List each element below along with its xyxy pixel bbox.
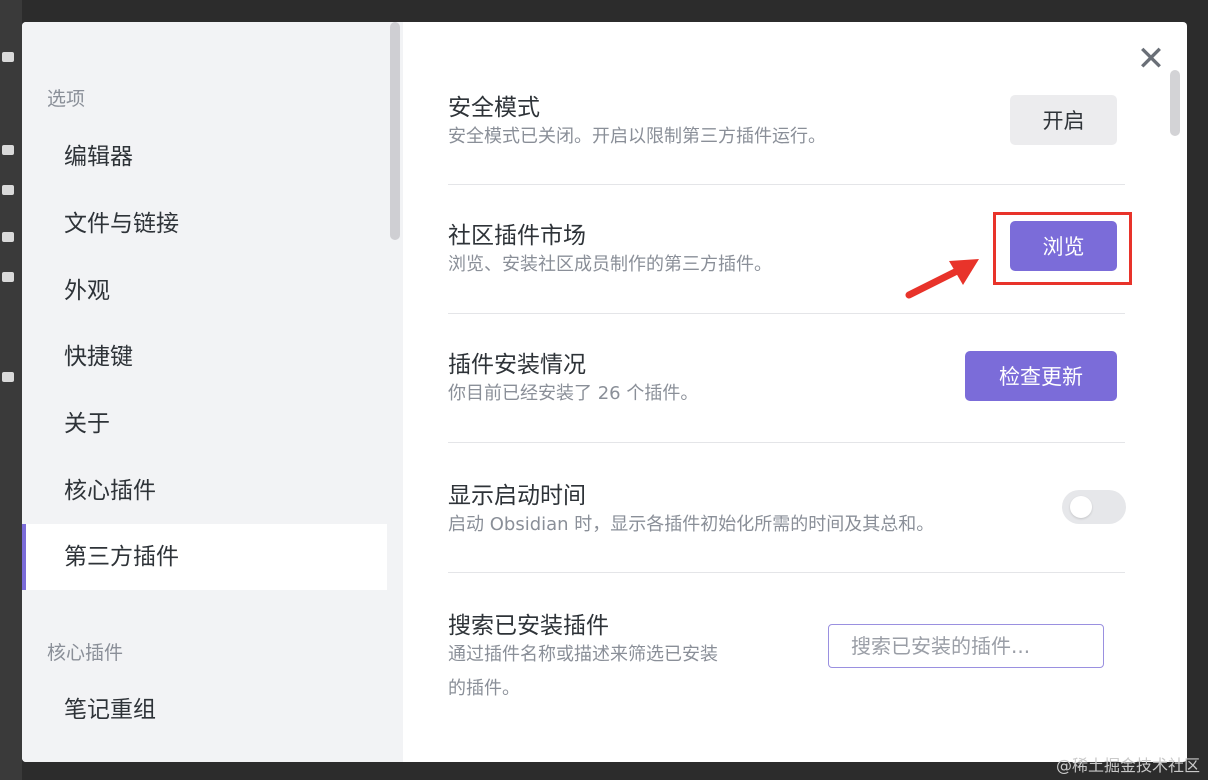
- scrollbar-thumb[interactable]: [1170, 70, 1180, 136]
- setting-description: 浏览、安装社区成员制作的第三方插件。: [448, 254, 772, 275]
- toggle-knob: [1070, 496, 1092, 518]
- settings-sidebar: 选项 编辑器 文件与链接 外观 快捷键 关于 核心插件 第三方插件 核心插件 笔…: [22, 22, 387, 762]
- setting-community-plugins: 社区插件市场 浏览、安装社区成员制作的第三方插件。 浏览: [448, 184, 1132, 314]
- arrow-annotation-icon: [905, 259, 979, 299]
- enable-safe-mode-button[interactable]: 开启: [1010, 95, 1117, 145]
- watermark: @稀土掘金技术社区: [1055, 756, 1200, 775]
- setting-description: 启动 Obsidian 时，显示各插件初始化所需的时间及其总和。: [448, 514, 935, 535]
- sidebar-item-about[interactable]: 关于: [22, 391, 387, 457]
- startup-time-toggle[interactable]: [1062, 490, 1126, 524]
- setting-startup-time: 显示启动时间 启动 Obsidian 时，显示各插件初始化所需的时间及其总和。: [448, 442, 1126, 573]
- setting-title: 插件安装情况: [448, 352, 586, 378]
- setting-description: 你目前已经安装了 26 个插件。: [448, 383, 699, 404]
- sidebar-item-files-links[interactable]: 文件与链接: [22, 191, 387, 257]
- setting-search-installed: 搜索已安装插件 通过插件名称或描述来筛选已安装 的插件。: [448, 572, 1125, 732]
- sidebar-heading-core-plugins: 核心插件: [47, 642, 124, 664]
- sidebar-item-label: 笔记重组: [64, 697, 156, 723]
- sidebar-scrollbar[interactable]: [387, 22, 403, 762]
- sidebar-item-label: 快捷键: [64, 344, 133, 370]
- setting-description: 通过插件名称或描述来筛选已安装: [448, 644, 718, 665]
- close-icon[interactable]: ✕: [1134, 42, 1168, 76]
- sidebar-item-hotkeys[interactable]: 快捷键: [22, 324, 387, 390]
- sidebar-heading-options: 选项: [47, 88, 86, 110]
- sidebar-item-label: 核心插件: [64, 478, 156, 504]
- check-updates-button[interactable]: 检查更新: [965, 351, 1117, 401]
- sidebar-item-label: 文件与链接: [64, 211, 179, 237]
- sidebar-item-label: 关于: [64, 411, 110, 437]
- sidebar-item-core-plugins[interactable]: 核心插件: [22, 458, 387, 524]
- setting-title: 安全模式: [448, 95, 540, 121]
- content-scrollbar[interactable]: [1168, 70, 1182, 740]
- sidebar-item-appearance[interactable]: 外观: [22, 258, 387, 324]
- sidebar-item-label: 编辑器: [64, 144, 133, 170]
- setting-safe-mode: 安全模式 安全模式已关闭。开启以限制第三方插件运行。 开启: [448, 62, 1125, 185]
- settings-modal: 选项 编辑器 文件与链接 外观 快捷键 关于 核心插件 第三方插件 核心插件 笔…: [22, 22, 1187, 762]
- highlight-box: [993, 212, 1132, 285]
- search-installed-plugins-input[interactable]: [828, 624, 1104, 668]
- setting-description: 安全模式已关闭。开启以限制第三方插件运行。: [448, 126, 826, 147]
- sidebar-item-third-party-plugins[interactable]: 第三方插件: [22, 524, 387, 590]
- sidebar-item-editor[interactable]: 编辑器: [22, 124, 387, 190]
- sidebar-item-note-composer[interactable]: 笔记重组: [22, 677, 387, 743]
- scrollbar-thumb[interactable]: [390, 22, 400, 240]
- sidebar-item-label: 外观: [64, 278, 110, 304]
- setting-title: 显示启动时间: [448, 483, 586, 509]
- sidebar-item-label: 第三方插件: [64, 544, 179, 570]
- setting-title: 搜索已安装插件: [448, 613, 609, 639]
- setting-title: 社区插件市场: [448, 223, 586, 249]
- setting-installed-plugins: 插件安装情况 你目前已经安装了 26 个插件。 检查更新: [448, 313, 1125, 443]
- settings-content: ✕ 安全模式 安全模式已关闭。开启以限制第三方插件运行。 开启 社区插件市场 浏…: [403, 22, 1187, 762]
- background-app-fragment: [0, 0, 22, 780]
- setting-description: 的插件。: [448, 678, 520, 699]
